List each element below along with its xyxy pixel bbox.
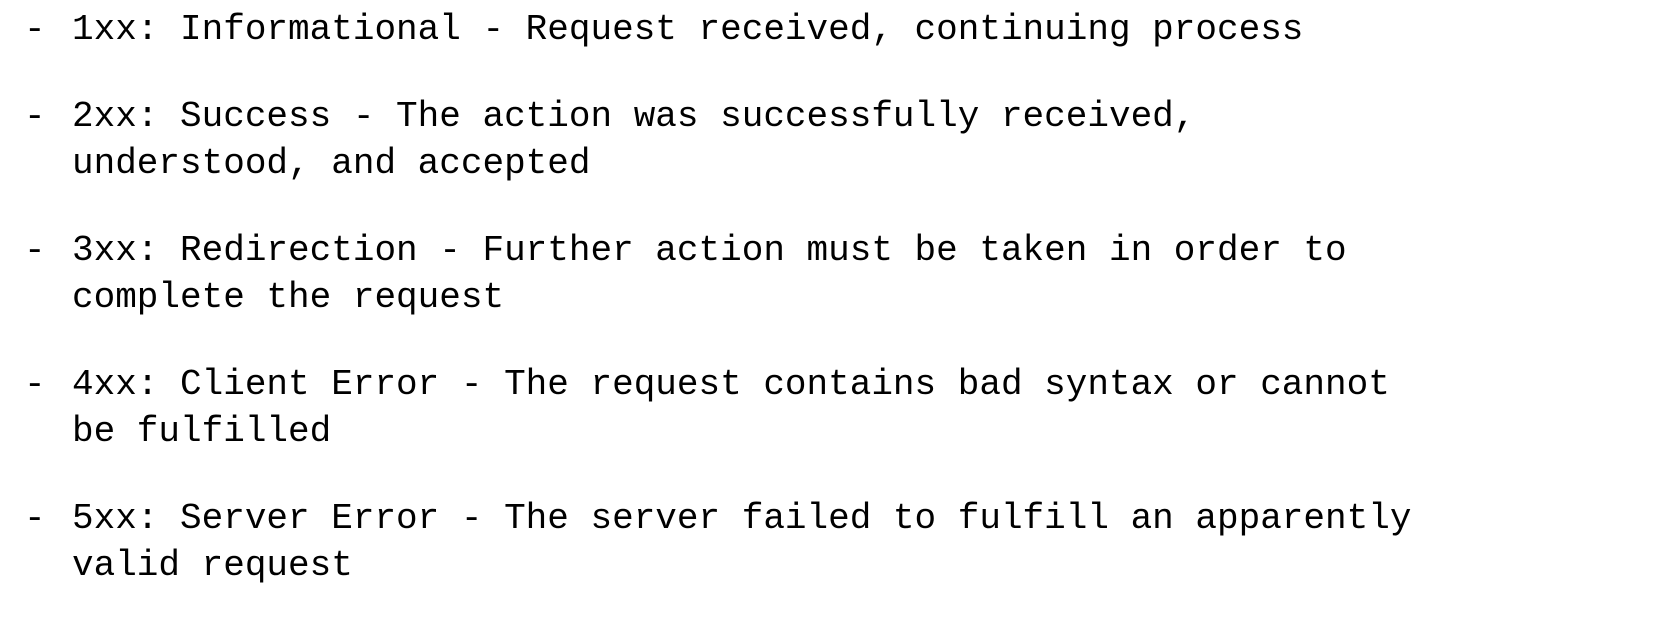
- list-item-text: 2xx: Success - The action was successful…: [72, 96, 1196, 184]
- list-marker: -: [24, 9, 46, 50]
- list-marker: -: [24, 364, 46, 405]
- list-marker: -: [24, 498, 46, 539]
- list-item-text: 4xx: Client Error - The request contains…: [72, 364, 1390, 452]
- list-item-text: 1xx: Informational - Request received, c…: [72, 9, 1304, 50]
- list-item-text: 5xx: Server Error - The server failed to…: [72, 498, 1412, 586]
- list-item-5xx: - 5xx: Server Error - The server failed …: [24, 495, 1644, 589]
- list-item-1xx: - 1xx: Informational - Request received,…: [24, 6, 1644, 53]
- list-marker: -: [24, 96, 46, 137]
- list-marker: -: [24, 230, 46, 271]
- list-item-2xx: - 2xx: Success - The action was successf…: [24, 93, 1644, 187]
- list-item-4xx: - 4xx: Client Error - The request contai…: [24, 361, 1644, 455]
- list-item-3xx: - 3xx: Redirection - Further action must…: [24, 227, 1644, 321]
- list-item-text: 3xx: Redirection - Further action must b…: [72, 230, 1347, 318]
- status-code-list: - 1xx: Informational - Request received,…: [24, 6, 1644, 589]
